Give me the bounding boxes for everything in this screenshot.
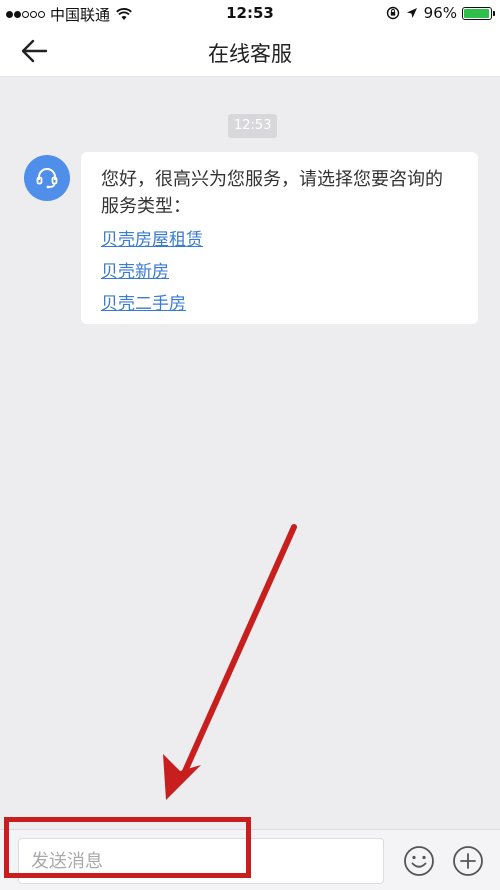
service-link-rental[interactable]: 贝壳房屋租赁	[101, 229, 458, 252]
service-link-second-hand[interactable]: 贝壳二手房	[101, 293, 458, 316]
chat-area[interactable]: 12:53 您好，很高兴为您服务，请选择您要咨询的服务类型： 贝壳房屋租赁 贝壳…	[0, 77, 500, 829]
location-icon	[406, 8, 417, 18]
battery-icon	[462, 6, 495, 20]
emoji-button[interactable]	[402, 844, 436, 878]
greeting-text: 您好，很高兴为您服务，请选择您要咨询的服务类型：	[101, 169, 443, 217]
message-timestamp: 12:53	[228, 114, 278, 138]
headset-icon	[36, 168, 58, 189]
page-title: 在线客服	[208, 42, 292, 66]
input-bar	[0, 829, 500, 890]
service-link-new-home[interactable]: 贝壳新房	[101, 261, 458, 284]
status-right: 96%	[386, 4, 495, 22]
status-bar: 中国联通 12:53 96%	[0, 0, 500, 26]
plus-circle-icon	[453, 846, 483, 876]
agent-avatar	[24, 155, 70, 201]
orientation-lock-icon	[386, 6, 399, 20]
message-input[interactable]	[18, 838, 384, 884]
message-bubble: 您好，很高兴为您服务，请选择您要咨询的服务类型： 贝壳房屋租赁 贝壳新房 贝壳二…	[81, 152, 478, 324]
battery-percent: 96%	[423, 4, 457, 22]
battery-fill	[464, 8, 489, 18]
nav-bar: 在线客服	[0, 26, 500, 77]
more-options-button[interactable]	[451, 844, 485, 878]
emoji-icon	[404, 846, 434, 876]
